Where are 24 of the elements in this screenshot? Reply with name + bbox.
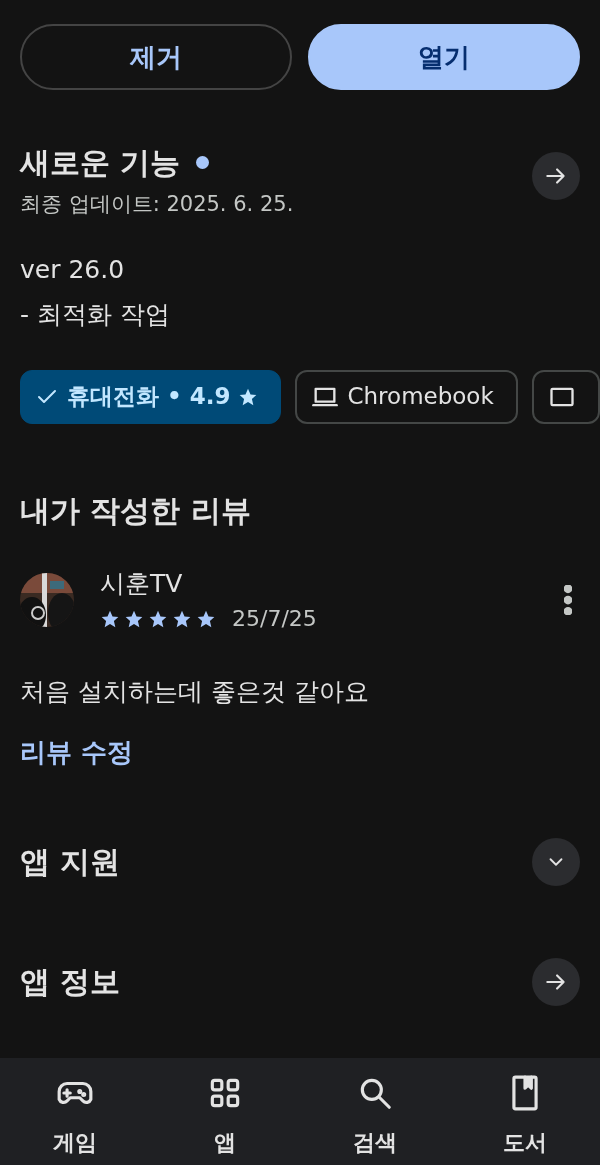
uninstall-button[interactable]: 제거 [20, 24, 292, 90]
device-chip[interactable] [531, 369, 600, 424]
nav-tab[interactable]: 게임 [0, 1058, 150, 1165]
version-text: ver 26.0 [20, 253, 126, 286]
nav-tab[interactable]: 앱 [150, 1058, 300, 1165]
section-title: 새로운 기능 [20, 144, 181, 182]
nav-tab[interactable]: 검색 [300, 1058, 450, 1165]
device-chip[interactable]: Chromebook [295, 369, 518, 424]
review-date: 25/7/25 [232, 605, 317, 633]
edit-review-link[interactable]: 리뷰 수정 [20, 732, 134, 772]
open-button[interactable]: 열기 [308, 24, 580, 90]
more-button[interactable] [564, 584, 572, 615]
device-chip[interactable]: 휴대전화 • 4.9 [20, 369, 282, 424]
arrow-button[interactable] [532, 957, 580, 1006]
reviewer-name: 시훈TV [100, 567, 184, 600]
nav-tab[interactable]: 도서 [450, 1058, 600, 1165]
release-notes: - 최적화 작업 [20, 299, 171, 331]
review-text: 처음 설치하는데 좋은것 같아요 [20, 676, 370, 708]
section-title: 앱 지원 [20, 843, 121, 881]
arrow-button[interactable] [532, 152, 580, 200]
section-title: 앱 정보 [20, 963, 121, 1001]
more-icon [564, 584, 572, 615]
section-title: 내가 작성한 리뷰 [20, 491, 252, 530]
update-date: 최종 업데이트: 2025. 6. 25. [20, 191, 294, 218]
